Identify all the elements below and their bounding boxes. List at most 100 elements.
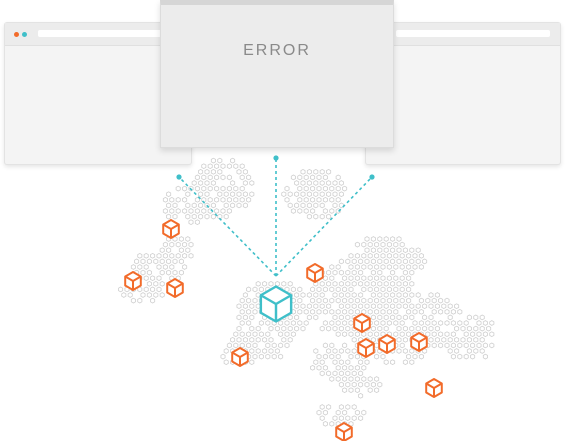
map-hex-cell	[319, 415, 325, 422]
map-hex-cell	[393, 320, 399, 326]
map-hex-cell	[194, 208, 200, 214]
map-hex-cell	[329, 420, 335, 427]
map-hex-cell	[146, 269, 152, 276]
map-hex-cell	[454, 336, 460, 343]
map-hex-cell	[316, 196, 322, 203]
map-hex-cell	[351, 280, 357, 287]
map-hex-cell	[242, 292, 248, 298]
map-hex-cell	[444, 331, 450, 338]
map-hex-cell	[316, 286, 322, 293]
map-hex-cell	[271, 353, 277, 360]
map-hex-cell	[354, 376, 360, 382]
map-hex-cell	[402, 303, 408, 310]
map-hex-cell	[316, 174, 322, 181]
map-hex-cell	[428, 292, 434, 298]
map-hex-cell	[390, 236, 396, 242]
map-hex-cell	[396, 280, 402, 287]
map-hex-cell	[338, 359, 344, 366]
map-hex-cell	[319, 202, 325, 209]
map-hex-cell	[335, 320, 341, 326]
map-hex-cell	[342, 376, 348, 382]
cube-icon	[353, 313, 371, 333]
map-hex-cell	[402, 336, 408, 343]
map-hex-cell	[380, 353, 386, 360]
map-hex-cell	[297, 320, 303, 326]
map-hex-cell	[306, 191, 312, 198]
map-hex-cell	[447, 336, 453, 343]
map-hex-cell	[300, 325, 306, 332]
map-hex-cell	[310, 297, 316, 304]
map-hex-cell	[303, 208, 309, 214]
map-hex-cell	[402, 359, 408, 366]
map-hex-cell	[335, 196, 341, 203]
map-hex-cell	[329, 320, 335, 326]
map-hex-cell	[377, 247, 383, 254]
map-hex-cell	[175, 196, 181, 203]
map-hex-cell	[489, 331, 495, 338]
map-hex-cell	[182, 185, 188, 192]
map-hex-cell	[246, 331, 252, 338]
map-hex-cell	[345, 269, 351, 276]
map-hex-cell	[406, 297, 412, 304]
map-hex-cell	[434, 325, 440, 332]
map-hex-cell	[409, 359, 415, 366]
map-hex-cell	[239, 308, 245, 315]
map-hex-cell	[479, 314, 485, 321]
map-hex-cell	[150, 275, 156, 282]
map-hex-cell	[310, 208, 316, 214]
map-hex-cell	[418, 297, 424, 304]
map-hex-cell	[409, 247, 415, 254]
map-hex-cell	[236, 336, 242, 343]
map-hex-cell	[486, 325, 492, 332]
map-hex-cell	[220, 163, 226, 170]
map-hex-cell	[313, 180, 319, 186]
map-hex-cell	[450, 342, 456, 349]
map-hex-cell	[393, 275, 399, 282]
map-hex-cell	[214, 163, 220, 170]
map-hex-cell	[348, 353, 354, 360]
map-hex-cell	[406, 252, 412, 259]
map-hex-cell	[393, 297, 399, 304]
map-hex-cell	[239, 185, 245, 192]
map-hex-cell	[242, 336, 248, 343]
map-hex-cell	[143, 264, 149, 270]
map-hex-cell	[287, 280, 293, 287]
origin-cube-icon	[259, 285, 293, 323]
map-hex-cell	[319, 213, 325, 220]
map-hex-cell	[367, 286, 373, 293]
map-hex-cell	[470, 342, 476, 349]
map-hex-cell	[319, 359, 325, 366]
map-hex-cell	[278, 353, 284, 360]
map-hex-cell	[252, 342, 258, 349]
map-hex-cell	[354, 353, 360, 360]
map-hex-cell	[182, 196, 188, 203]
map-hex-cell	[396, 236, 402, 242]
map-hex-cell	[370, 314, 376, 321]
map-hex-cell	[361, 409, 367, 416]
map-hex-cell	[188, 241, 194, 248]
map-hex-cell	[268, 325, 274, 332]
map-hex-cell	[207, 196, 213, 203]
map-hex-cell	[188, 208, 194, 214]
map-hex-cell	[361, 364, 367, 371]
map-hex-cell	[351, 303, 357, 310]
map-hex-cell	[332, 202, 338, 209]
map-hex-cell	[322, 174, 328, 181]
map-hex-cell	[159, 258, 165, 265]
map-hex-cell	[377, 269, 383, 276]
map-hex-cell	[479, 348, 485, 354]
map-hex-cell	[422, 314, 428, 321]
map-hex-cell	[338, 404, 344, 410]
map-hex-cell	[284, 320, 290, 326]
map-hex-cell	[361, 275, 367, 282]
map-hex-cell	[153, 258, 159, 265]
map-hex-cell	[332, 191, 338, 198]
map-hex-cell	[390, 292, 396, 298]
map-hex-cell	[169, 264, 175, 270]
cube-icon	[378, 334, 396, 354]
map-hex-cell	[306, 292, 312, 298]
map-hex-cell	[482, 342, 488, 349]
map-hex-cell	[412, 264, 418, 270]
map-hex-cell	[348, 308, 354, 315]
map-hex-cell	[319, 180, 325, 186]
